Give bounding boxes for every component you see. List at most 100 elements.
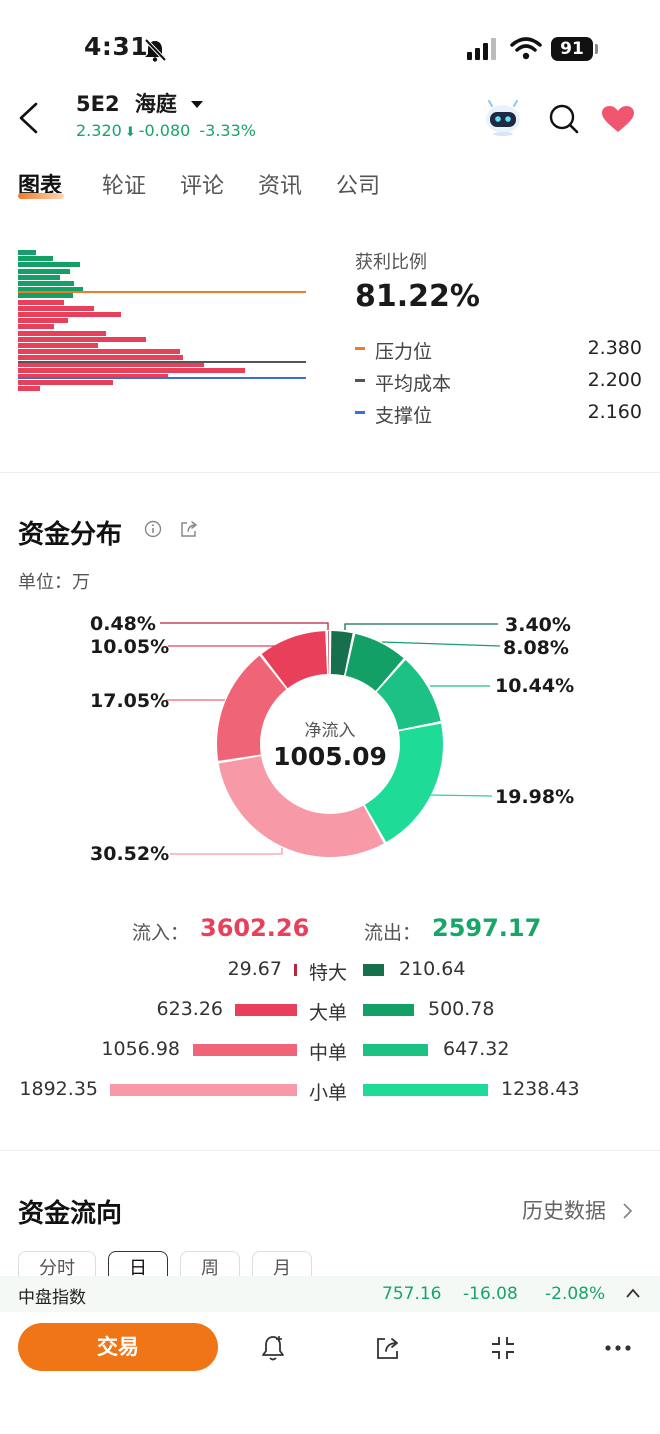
chip-bar bbox=[18, 293, 73, 299]
donut-slice bbox=[218, 756, 384, 857]
fund-distribution-title: 资金分布 bbox=[18, 520, 123, 550]
pressure-legend-swatch bbox=[355, 347, 365, 350]
history-data-link[interactable]: 历史数据 bbox=[522, 1195, 633, 1225]
chip-distribution-chart bbox=[18, 248, 308, 430]
leader-line bbox=[344, 623, 498, 630]
leader-line bbox=[160, 622, 329, 630]
flow-in-bar bbox=[294, 964, 297, 976]
chip-bar bbox=[18, 274, 60, 280]
stock-change-pct: -3.33% bbox=[199, 121, 256, 140]
info-icon[interactable] bbox=[144, 520, 162, 538]
status-time: 4:31 bbox=[84, 32, 149, 61]
section-divider bbox=[0, 472, 660, 473]
flow-row-small: 1892.35 小单 1238.43 bbox=[0, 1078, 660, 1104]
chip-bar bbox=[18, 336, 146, 342]
profit-ratio-label: 获利比例 bbox=[355, 252, 427, 273]
avg-cost-value: 2.200 bbox=[587, 369, 642, 391]
chevron-up-icon[interactable] bbox=[625, 1287, 641, 1299]
price-alert-bell-icon[interactable] bbox=[259, 1334, 287, 1362]
stock-change: -0.080 bbox=[138, 121, 191, 140]
tab-news[interactable]: 资讯 bbox=[258, 168, 302, 200]
index-value: 757.16 bbox=[382, 1284, 442, 1304]
chip-bar bbox=[18, 324, 54, 330]
trade-button[interactable]: 交易 bbox=[18, 1323, 218, 1371]
pct-label-in-large: 10.05% bbox=[90, 636, 170, 658]
down-arrow-icon: ⬇ bbox=[124, 125, 136, 140]
chip-bar bbox=[18, 312, 121, 317]
fund-flow-title: 资金流向 bbox=[18, 1199, 123, 1229]
share-icon[interactable] bbox=[179, 520, 199, 538]
chip-bar bbox=[18, 268, 70, 274]
flow-in-bar bbox=[235, 1004, 297, 1016]
flow-in-bar bbox=[192, 1044, 297, 1056]
chevron-right-icon bbox=[623, 1203, 632, 1219]
chip-bar bbox=[18, 386, 40, 392]
more-icon[interactable] bbox=[604, 1344, 632, 1352]
flow-out-value: 500.78 bbox=[428, 998, 495, 1020]
chip-bar bbox=[18, 380, 113, 386]
pressure-line bbox=[18, 291, 306, 293]
favorite-heart-icon[interactable] bbox=[601, 105, 635, 133]
flow-category: 中单 bbox=[309, 1042, 348, 1064]
outflow-label: 流出： bbox=[364, 922, 422, 944]
chip-bar bbox=[18, 343, 98, 348]
caret-down-icon bbox=[191, 101, 204, 108]
tab-warrants[interactable]: 轮证 bbox=[102, 168, 146, 200]
profit-ratio-value: 81.22% bbox=[355, 279, 480, 314]
inflow-value: 3602.26 bbox=[200, 914, 310, 942]
support-line bbox=[18, 377, 306, 379]
index-name: 中盘指数 bbox=[18, 1288, 86, 1308]
donut-slice bbox=[327, 631, 330, 675]
flow-out-bar bbox=[363, 964, 385, 976]
flow-out-bar bbox=[363, 1004, 414, 1016]
index-ticker-bar[interactable]: 中盘指数 757.16 -16.08 -2.08% bbox=[0, 1276, 660, 1312]
support-value: 2.160 bbox=[587, 401, 642, 423]
pct-label-out-medium: 10.44% bbox=[495, 675, 575, 697]
share-icon[interactable] bbox=[374, 1334, 402, 1362]
flow-in-value: 1892.35 bbox=[19, 1078, 98, 1100]
flow-category: 大单 bbox=[309, 1002, 348, 1024]
chip-bar bbox=[18, 256, 53, 262]
pct-label-in-medium: 17.05% bbox=[90, 690, 170, 712]
chip-bar bbox=[18, 305, 94, 311]
cellular-signal-icon bbox=[467, 38, 496, 60]
flow-out-value: 1238.43 bbox=[501, 1078, 580, 1100]
inflow-label: 流入： bbox=[132, 922, 190, 944]
unit-label: 单位：万 bbox=[18, 572, 90, 593]
flow-category: 特大 bbox=[309, 962, 348, 984]
flow-out-bar bbox=[363, 1044, 429, 1056]
tab-comments[interactable]: 评论 bbox=[180, 168, 224, 200]
pct-label-in-xl: 0.48% bbox=[90, 613, 156, 635]
chip-bar bbox=[18, 250, 36, 255]
pct-label-out-small: 19.98% bbox=[495, 786, 575, 808]
stock-code: 5E2 bbox=[76, 92, 120, 116]
tab-active-indicator bbox=[18, 193, 64, 199]
flow-out-value: 210.64 bbox=[399, 958, 466, 980]
flow-out-value: 647.32 bbox=[443, 1038, 510, 1060]
robot-assistant-icon[interactable] bbox=[483, 100, 523, 136]
chip-bar bbox=[18, 330, 106, 336]
stock-title[interactable]: 5E2 海庭 bbox=[76, 88, 204, 118]
search-icon[interactable] bbox=[548, 103, 580, 135]
chip-bar bbox=[18, 299, 64, 305]
pressure-label: 压力位 bbox=[375, 341, 433, 363]
pressure-value: 2.380 bbox=[587, 337, 642, 359]
collapse-icon[interactable] bbox=[489, 1334, 517, 1362]
leader-line bbox=[170, 848, 283, 855]
leader-line bbox=[429, 794, 493, 797]
outflow-value: 2597.17 bbox=[432, 914, 542, 942]
avg-cost-line bbox=[18, 361, 306, 363]
history-data-label: 历史数据 bbox=[522, 1199, 606, 1223]
pct-label-in-small: 30.52% bbox=[90, 843, 170, 865]
flow-row-xl: 29.67 特大 210.64 bbox=[0, 958, 660, 984]
pct-label-out-xl: 3.40% bbox=[505, 614, 571, 636]
chip-bar bbox=[18, 349, 180, 355]
flow-in-value: 29.67 bbox=[227, 958, 282, 980]
stock-price: 2.320 bbox=[76, 121, 122, 140]
tab-company[interactable]: 公司 bbox=[336, 168, 380, 200]
back-arrow-icon[interactable] bbox=[16, 102, 40, 134]
flow-in-bar bbox=[110, 1084, 297, 1096]
chip-bar bbox=[18, 355, 183, 361]
stock-name: 海庭 bbox=[134, 92, 177, 116]
battery-level: 91 bbox=[551, 37, 593, 61]
